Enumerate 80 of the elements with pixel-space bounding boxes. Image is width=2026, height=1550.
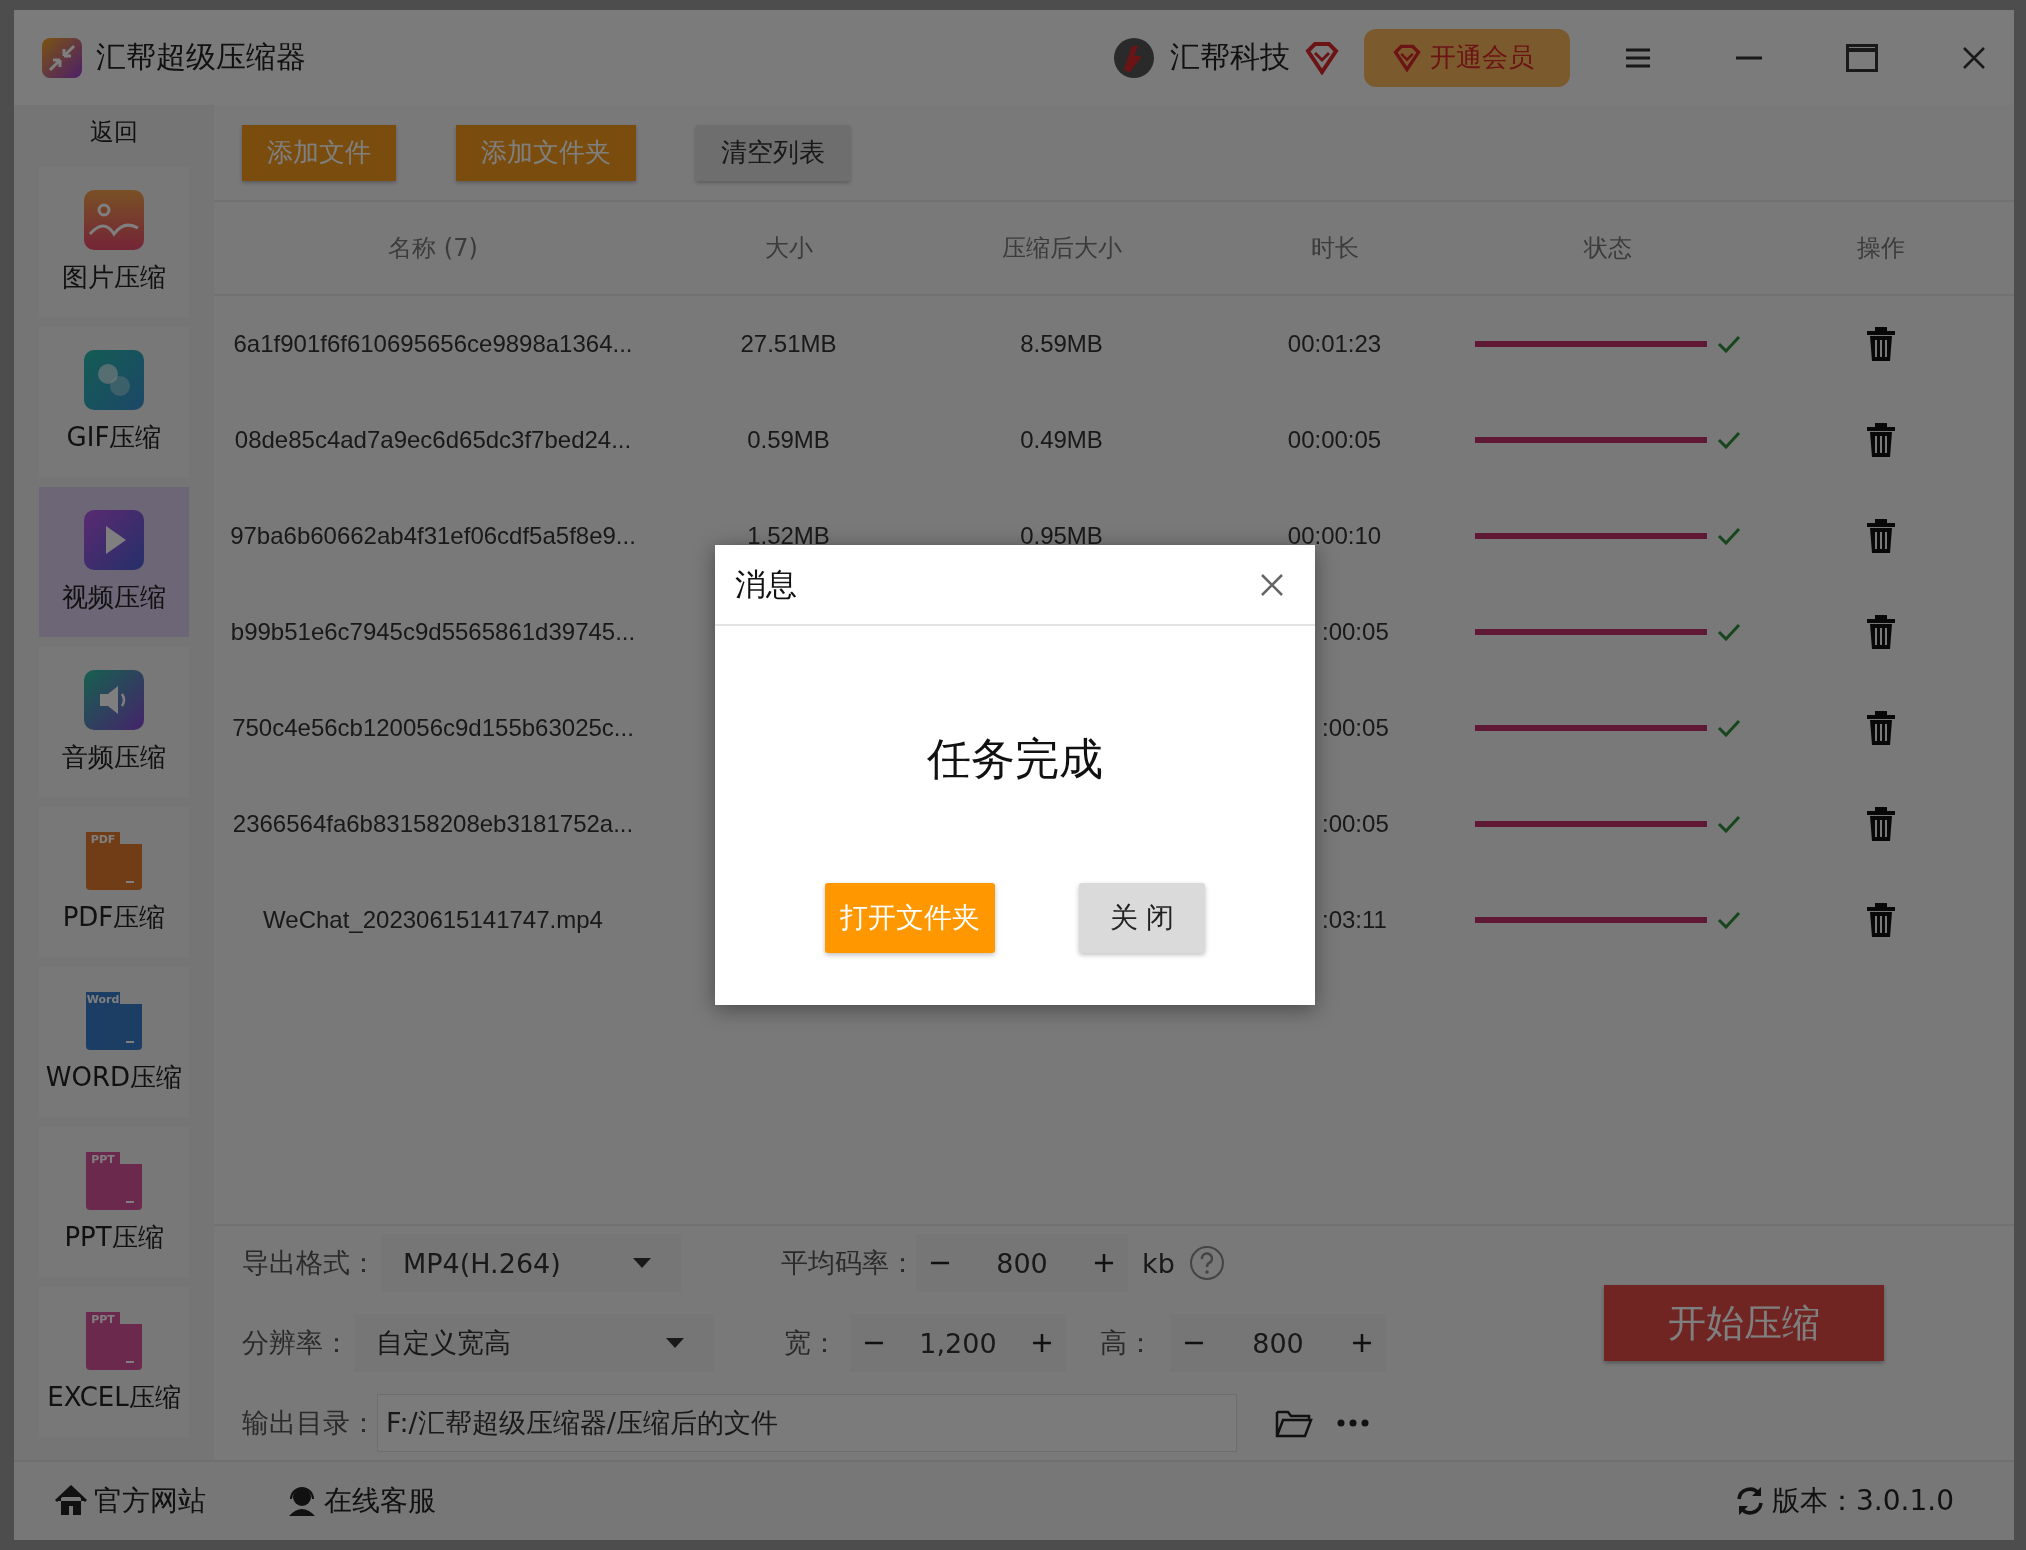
stepper-value: 1,200 — [919, 1327, 997, 1359]
plus-icon[interactable] — [1094, 1253, 1114, 1273]
trash-icon[interactable] — [1864, 901, 1897, 939]
resolution-label: 分辨率： — [242, 1326, 350, 1360]
folder-icon[interactable] — [1275, 1408, 1313, 1438]
compressed-size: 0.95MB — [1019, 522, 1104, 550]
duration: :03:11 — [1321, 906, 1388, 934]
plus-icon[interactable] — [1032, 1333, 1052, 1353]
column-header: 大小 — [763, 233, 814, 264]
trash-icon[interactable] — [1864, 709, 1897, 747]
file-name: 08de85c4ad7a9ec6d65dc3f7bed24... — [233, 426, 633, 454]
speaker-icon — [84, 669, 144, 730]
dropdown-caret-icon — [633, 1258, 651, 1268]
close-button[interactable] — [1259, 571, 1285, 598]
compressed-size: 8.59MB — [1019, 330, 1104, 358]
brand-logo-icon — [1112, 35, 1156, 80]
stepper-value: 800 — [996, 1247, 1048, 1279]
file-size: 1.52MB — [746, 522, 831, 550]
bitrate-label: 平均码率： — [781, 1246, 916, 1280]
duration: :00:05 — [1321, 810, 1390, 838]
width-label: 宽： — [784, 1326, 838, 1360]
duration: :00:05 — [1321, 714, 1390, 742]
column-header: 状态 — [1582, 233, 1633, 264]
home-icon — [54, 1485, 88, 1517]
maximize-icon[interactable] — [1846, 43, 1878, 72]
unit-label: kb — [1142, 1247, 1175, 1279]
duration: 00:00:10 — [1286, 522, 1383, 550]
file-name: b99b51e6c7945c9d5565861d39745... — [229, 618, 637, 646]
plus-icon[interactable] — [1352, 1333, 1372, 1353]
file-name: 6a1f901f6f610695656ce9898a1364... — [232, 330, 634, 358]
file-name: 97ba6b60662ab4f31ef06cdf5a5f8e9... — [229, 522, 637, 550]
gif-icon — [84, 349, 144, 410]
format-label: 导出格式： — [242, 1246, 377, 1280]
more-icon[interactable] — [1337, 1419, 1369, 1427]
height-label: 高： — [1100, 1326, 1154, 1360]
clear-list-button[interactable]: 清空列表 — [696, 124, 850, 181]
file-size: 27.51MB — [739, 330, 838, 358]
close-icon[interactable] — [1962, 45, 1986, 70]
duration: :00:05 — [1321, 618, 1390, 646]
website-link[interactable]: 官方网站 — [54, 1482, 206, 1520]
menu-icon[interactable] — [1624, 46, 1652, 69]
dropdown-caret-icon — [666, 1338, 684, 1348]
trash-icon[interactable] — [1864, 421, 1897, 459]
dialog-title: 消息 — [735, 564, 797, 604]
trash-icon[interactable] — [1864, 805, 1897, 843]
sidebar-item[interactable]: 视频压缩 — [39, 487, 189, 637]
brand-name: 汇帮科技 — [1170, 38, 1290, 76]
output-label: 输出目录： — [242, 1406, 377, 1440]
trash-icon[interactable] — [1864, 517, 1897, 555]
duration: 00:01:23 — [1286, 330, 1383, 358]
diamond-heart-icon — [1304, 40, 1340, 75]
play-icon — [84, 509, 144, 570]
version-label: 版本：3.0.1.0 — [1734, 1482, 1954, 1520]
back-link[interactable]: 返回 — [90, 107, 138, 157]
help-icon[interactable] — [1188, 1245, 1225, 1281]
output-path-field[interactable]: F:/汇帮超级压缩器/压缩后的文件 — [377, 1394, 1237, 1452]
dialog-message: 任务完成 — [926, 732, 1104, 786]
minimize-icon[interactable] — [1736, 55, 1762, 60]
file-name: 2366564fa6b83158208eb3181752a... — [231, 810, 635, 838]
column-header: 名称 (7) — [387, 233, 479, 264]
trash-icon[interactable] — [1864, 613, 1897, 651]
start-compress-button[interactable]: 开始压缩 — [1604, 1285, 1884, 1361]
file-size: 0.59MB — [746, 426, 831, 454]
column-header: 时长 — [1309, 233, 1360, 264]
duration: 00:00:05 — [1286, 426, 1383, 454]
app-logo-icon — [42, 37, 82, 78]
close-dialog-button[interactable]: 关 闭 — [1079, 883, 1205, 953]
diamond-heart-icon — [1392, 43, 1422, 72]
compressed-size: 0.49MB — [1019, 426, 1104, 454]
stepper-value: 800 — [1252, 1327, 1304, 1359]
trash-icon[interactable] — [1864, 325, 1897, 363]
support-link[interactable]: 在线客服 — [286, 1482, 436, 1520]
app-title: 汇帮超级压缩器 — [96, 38, 306, 76]
file-name: WeChat_20230615141747.mp4 — [262, 906, 604, 934]
open-folder-button[interactable]: 打开文件夹 — [825, 883, 995, 953]
column-header: 操作 — [1855, 233, 1906, 264]
file-name: 750c4e56cb120056c9d155b63025c... — [231, 714, 635, 742]
column-header: 压缩后大小 — [1000, 233, 1123, 264]
image-icon — [84, 189, 144, 250]
close-icon — [1259, 571, 1285, 598]
